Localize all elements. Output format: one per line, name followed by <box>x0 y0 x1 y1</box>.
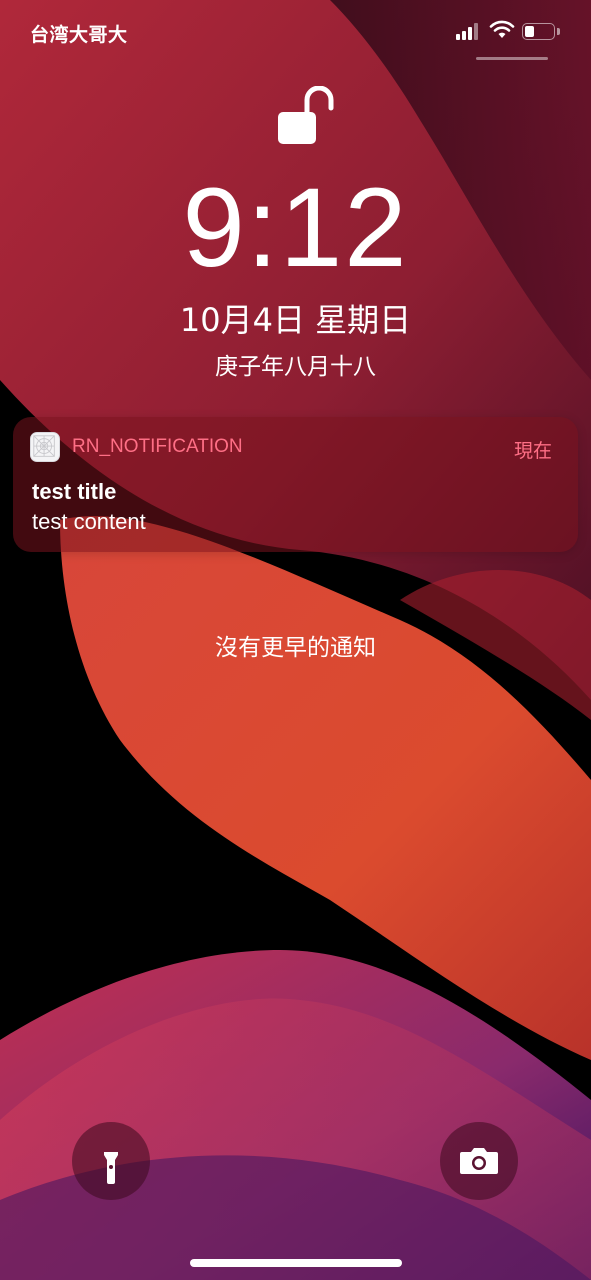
notification-title: test title <box>32 479 117 504</box>
no-older-notifications-label: 沒有更早的通知 <box>215 635 376 661</box>
signal-bars-icon <box>456 22 482 40</box>
clock-time: 9:12 <box>182 165 409 290</box>
notification-card[interactable]: RN_NOTIFICATION 現在 test title test conte… <box>13 417 578 552</box>
control-center-indicator[interactable] <box>476 57 548 60</box>
notification-app-name: RN_NOTIFICATION <box>72 436 243 457</box>
home-indicator[interactable] <box>190 1259 402 1267</box>
flashlight-button[interactable] <box>72 1122 150 1200</box>
notification-time: 現在 <box>513 440 552 462</box>
unlocked-padlock-icon <box>278 86 334 144</box>
battery-icon <box>522 23 560 40</box>
app-placeholder-icon <box>30 432 60 462</box>
notification-body: test content <box>32 509 146 534</box>
wifi-icon <box>489 20 515 38</box>
carrier-name: 台湾大哥大 <box>30 24 128 46</box>
camera-icon <box>460 1148 498 1174</box>
date-label: 10月4日 星期日 <box>179 301 412 339</box>
camera-button[interactable] <box>440 1122 518 1200</box>
lunar-date-label: 庚子年八月十八 <box>215 354 376 380</box>
flashlight-icon <box>104 1152 118 1184</box>
